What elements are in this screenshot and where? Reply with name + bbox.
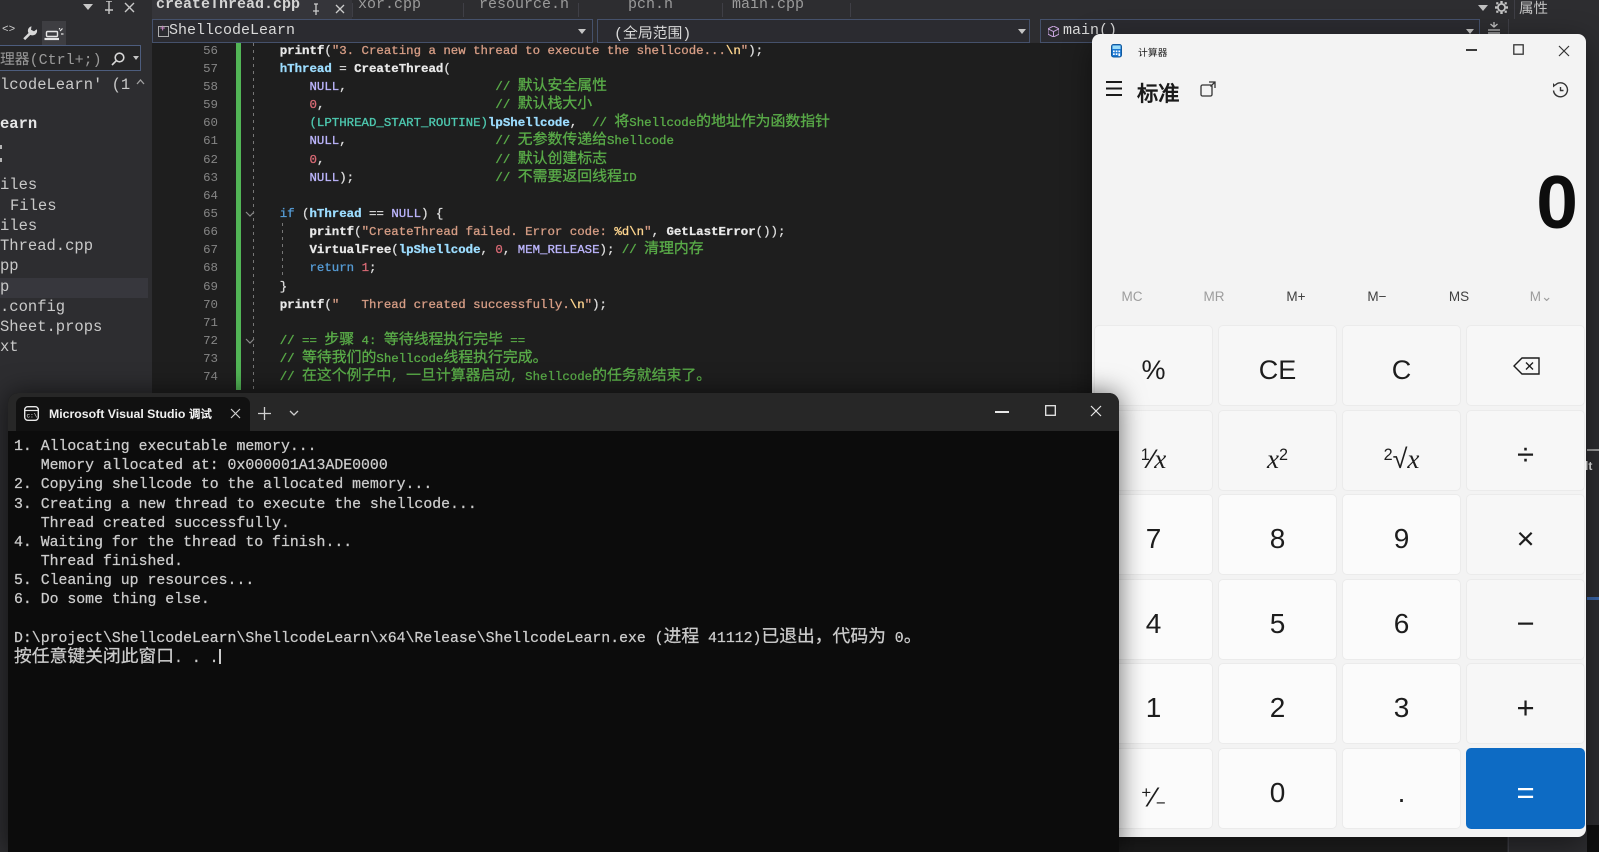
svg-text:c:\: c:\	[27, 413, 38, 420]
